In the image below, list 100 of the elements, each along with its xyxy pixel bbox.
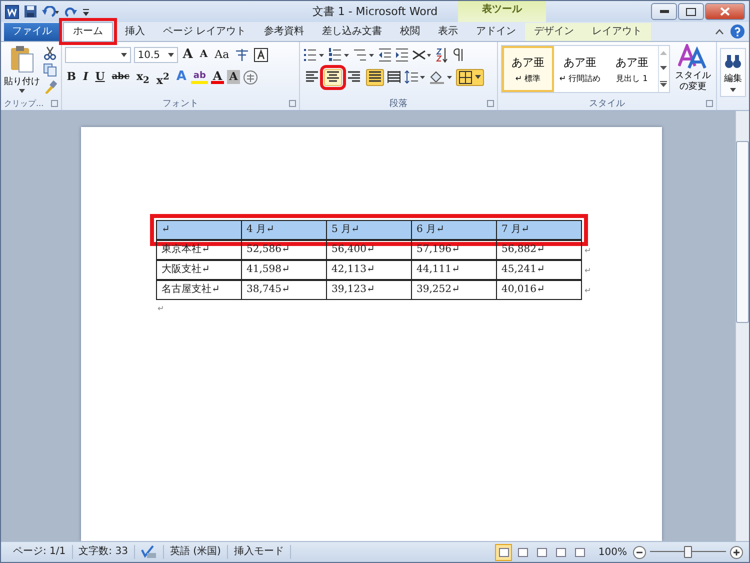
row-end-mark: ↵ — [584, 246, 592, 254]
change-styles-button[interactable]: スタイルの変更 — [672, 44, 713, 97]
caret-icon[interactable] — [120, 53, 127, 57]
ribbon-tab[interactable]: 表示 — [429, 23, 468, 41]
scroll-down-icon[interactable] — [660, 66, 668, 70]
borders-button[interactable] — [456, 68, 484, 86]
redo-icon[interactable] — [65, 6, 77, 18]
table-cell: 56,882↵ — [496, 241, 582, 260]
bold-button[interactable]: B — [64, 69, 78, 85]
undo-icon[interactable] — [42, 6, 60, 18]
change-case-button[interactable]: Aa — [212, 47, 232, 63]
insert-mode-indicator[interactable]: 挿入モード — [228, 545, 291, 559]
zoom-level[interactable]: 100% — [598, 546, 627, 558]
font-name-field[interactable] — [64, 47, 131, 63]
distributed-align-icon[interactable] — [386, 71, 401, 83]
view-icon — [574, 548, 585, 556]
ribbon-tab[interactable]: 参考資料 — [255, 23, 314, 41]
sort-icon[interactable] — [434, 47, 449, 63]
phonetic-guide-icon[interactable] — [234, 47, 250, 63]
underline-button[interactable]: U — [93, 69, 107, 85]
table-cell: 38,745↵ — [242, 281, 326, 300]
clipboard-icon — [9, 44, 35, 74]
close-icon — [720, 7, 730, 16]
ribbon-tab[interactable]: 差し込み文書 — [313, 23, 392, 41]
decrease-indent-icon[interactable] — [378, 48, 392, 62]
paragraph-mark: ↵ — [156, 304, 164, 313]
more-icon[interactable] — [660, 80, 668, 87]
ribbon-tab[interactable]: ページ レイアウト — [154, 23, 256, 41]
zoom-out-icon[interactable] — [633, 546, 646, 558]
zoom-in-icon[interactable] — [730, 546, 743, 558]
character-border-icon[interactable] — [253, 47, 270, 63]
vertical-scrollbar[interactable] — [735, 111, 749, 541]
show-formatting-icon[interactable] — [452, 48, 464, 62]
cut-icon[interactable] — [43, 46, 57, 60]
ribbon-tab[interactable]: ファイル — [4, 23, 60, 41]
style-item[interactable]: あア亜 ↵ 標準 — [502, 46, 554, 92]
table-cell: 39,252↵ — [412, 281, 496, 300]
view-icon — [518, 548, 528, 556]
dialog-launcher-icon[interactable] — [288, 100, 296, 107]
customize-menu-icon[interactable] — [82, 6, 90, 16]
copy-icon[interactable] — [43, 63, 57, 77]
asian-layout-icon[interactable] — [412, 48, 432, 62]
minimize-button[interactable] — [651, 3, 677, 20]
format-painter-icon[interactable] — [43, 80, 57, 94]
word-count[interactable]: 文字数: 33 — [72, 545, 135, 559]
binoculars-icon — [724, 53, 742, 69]
ribbon-tab[interactable]: アドイン — [467, 23, 526, 41]
table-cell: 52,586↵ — [242, 241, 326, 260]
close-button[interactable] — [705, 3, 745, 20]
table-cell: 56,400↵ — [326, 241, 412, 260]
table-cell: ↵ — [156, 221, 242, 240]
ribbon-tab[interactable]: 挿入 — [116, 23, 154, 41]
line-spacing-icon[interactable] — [404, 70, 426, 84]
table-cell: 39,123↵ — [326, 281, 412, 300]
table-cell: 名古屋支社↵ — [156, 281, 242, 300]
dialog-launcher-icon[interactable] — [50, 100, 58, 107]
view-icon — [498, 548, 509, 556]
increase-indent-icon[interactable] — [394, 48, 409, 62]
caret-icon — [730, 88, 736, 92]
ribbon-tab[interactable]: レイアウト — [583, 23, 652, 41]
table-cell: 5 月↵ — [326, 221, 412, 240]
collapse-ribbon-icon[interactable] — [715, 28, 724, 34]
table-cell: 42,113↵ — [326, 261, 412, 280]
italic-button[interactable]: I — [81, 69, 90, 85]
dialog-launcher-icon[interactable] — [706, 100, 714, 107]
word-logo-icon[interactable] — [5, 4, 19, 18]
font-color-button[interactable]: A — [210, 70, 224, 84]
caret-icon — [19, 89, 25, 93]
grow-font-button[interactable]: A — [180, 47, 195, 63]
save-icon[interactable] — [24, 5, 37, 18]
dialog-launcher-icon[interactable] — [486, 100, 494, 107]
shrink-font-button[interactable]: A — [198, 47, 210, 63]
superscript-button[interactable]: x$^{2}$ — [154, 69, 172, 85]
maximize-button[interactable] — [678, 3, 704, 20]
page-count[interactable]: ページ: 1/1 — [7, 545, 73, 559]
editing-button[interactable]: 編集 — [720, 48, 746, 97]
ribbon-tab[interactable]: 校閲 — [391, 23, 430, 41]
align-button[interactable] — [366, 68, 384, 86]
strikethrough-button[interactable]: abc — [110, 69, 132, 85]
highlight-color-button[interactable]: ab — [191, 70, 208, 84]
view-button[interactable] — [495, 544, 512, 560]
bullets-icon[interactable] — [302, 48, 325, 62]
subscript-button[interactable]: x$_{2}$ — [134, 69, 152, 85]
row-end-mark: ↵ — [584, 286, 592, 294]
caret-icon[interactable] — [168, 53, 174, 57]
multilevel-list-icon[interactable] — [352, 48, 375, 62]
numbering-icon[interactable] — [328, 48, 350, 62]
group-label: フォント — [162, 98, 198, 110]
window-title: 文書 1 - Microsoft Word — [312, 4, 438, 19]
shading-icon[interactable] — [428, 70, 453, 84]
view-icon — [536, 548, 547, 556]
ribbon-tab[interactable]: デザイン — [525, 23, 584, 41]
help-icon[interactable] — [730, 24, 745, 39]
font-size-field[interactable]: 10.5 — [134, 47, 178, 63]
character-shading-button[interactable]: A — [227, 70, 240, 84]
minimize-icon — [660, 10, 668, 13]
paste-button[interactable]: 貼り付け — [4, 44, 40, 97]
language-indicator[interactable]: 英語 (米国) — [164, 545, 228, 559]
text-effects-button[interactable]: A — [174, 69, 188, 85]
enclosed-character-icon[interactable] — [242, 70, 258, 84]
